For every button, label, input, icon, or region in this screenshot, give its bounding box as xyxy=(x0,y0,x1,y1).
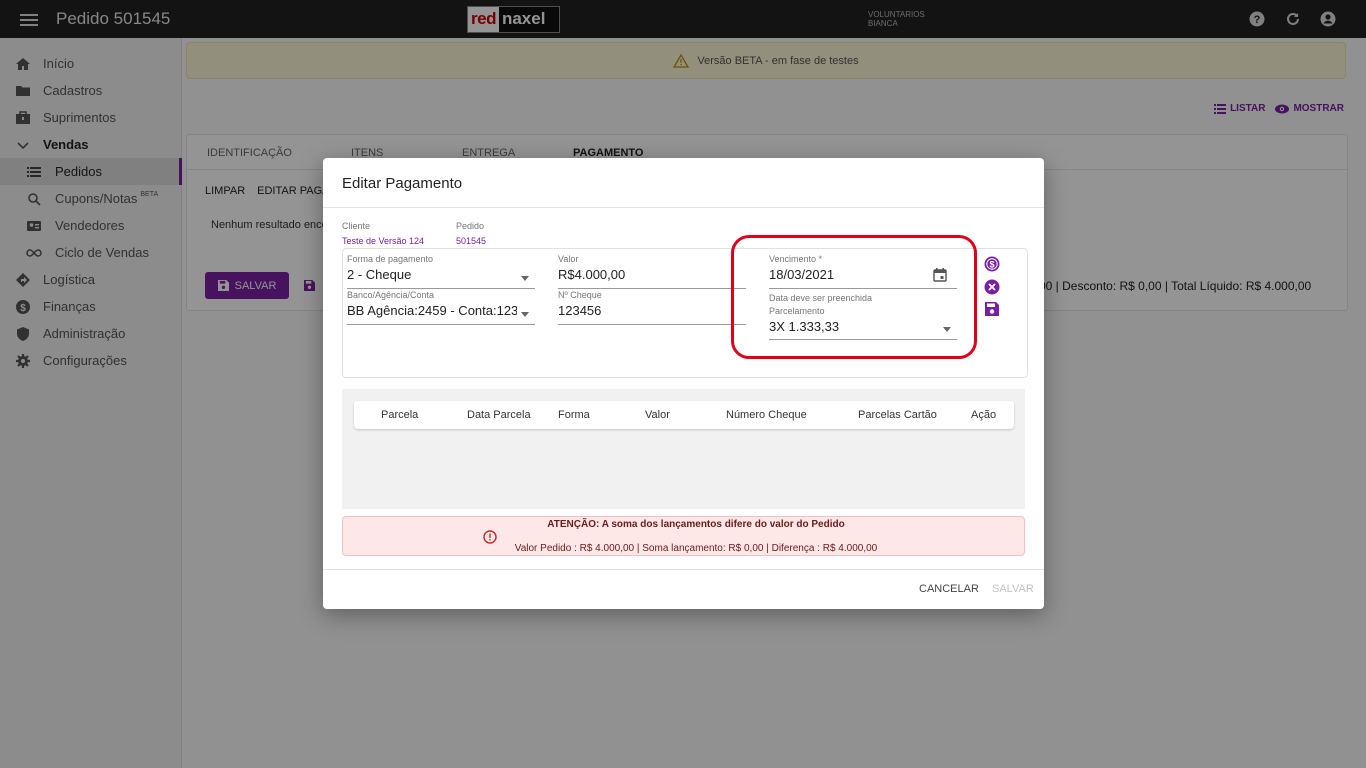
col-valor: Valor xyxy=(645,409,670,421)
dropdown-arrow-icon xyxy=(521,276,529,281)
col-numero-cheque: Número Cheque xyxy=(726,409,807,421)
dropdown-arrow-icon xyxy=(521,312,529,317)
divider xyxy=(323,207,1044,208)
error-icon xyxy=(483,530,497,544)
alert-title: ATENÇÃO: A soma dos lançamentos difere d… xyxy=(547,519,845,530)
pedido-value: 501545 xyxy=(456,236,487,246)
valor-value: R$4.000,00 xyxy=(558,267,626,282)
alert-message: Valor Pedido : R$ 4.000,00 | Soma lançam… xyxy=(514,543,878,554)
pedido-label: Pedido xyxy=(456,221,485,231)
svg-text:$: $ xyxy=(989,260,994,270)
sum-mismatch-alert: ATENÇÃO: A soma dos lançamentos difere d… xyxy=(342,516,1025,556)
edit-payment-dialog: Editar Pagamento Cliente Teste de Versão… xyxy=(323,158,1044,609)
cheque-value: 123456 xyxy=(558,303,602,318)
col-parcelas-cartao: Parcelas Cartão xyxy=(858,409,937,421)
dialog-save-button[interactable]: SALVAR xyxy=(992,583,1034,595)
cheque-field[interactable]: Nº Cheque 123456 xyxy=(558,290,746,325)
banco-select[interactable]: Banco/Agência/Conta BB Agência:2459 - Co… xyxy=(347,290,535,325)
cliente-value: Teste de Versão 124 xyxy=(342,236,425,246)
valor-label: Valor xyxy=(558,254,579,264)
save-icon[interactable] xyxy=(984,301,1000,317)
cancel-button[interactable]: CANCELAR xyxy=(919,583,979,595)
cheque-label: Nº Cheque xyxy=(558,290,602,300)
installments-table: Parcela Data Parcela Forma Valor Número … xyxy=(342,389,1025,509)
forma-pagamento-select[interactable]: Forma de pagamento 2 - Cheque xyxy=(347,254,535,289)
clear-icon[interactable] xyxy=(984,279,1000,295)
col-forma: Forma xyxy=(558,409,590,421)
dialog-title: Editar Pagamento xyxy=(342,175,463,192)
divider xyxy=(323,569,1044,570)
col-acao: Ação xyxy=(971,409,997,421)
col-parcela: Parcela xyxy=(381,409,419,421)
cliente-label: Cliente xyxy=(342,221,371,231)
col-data-parcela: Data Parcela xyxy=(467,409,531,421)
banco-value: BB Agência:2459 - Conta:123... xyxy=(347,303,517,318)
table-header: Parcela Data Parcela Forma Valor Número … xyxy=(354,401,1014,429)
forma-pagamento-value: 2 - Cheque xyxy=(347,267,412,282)
generate-installments-icon[interactable]: $ xyxy=(984,256,1000,272)
forma-pagamento-label: Forma de pagamento xyxy=(347,254,434,264)
highlight-annotation xyxy=(731,235,977,359)
banco-label: Banco/Agência/Conta xyxy=(347,290,435,300)
valor-field[interactable]: Valor R$4.000,00 xyxy=(558,254,746,289)
